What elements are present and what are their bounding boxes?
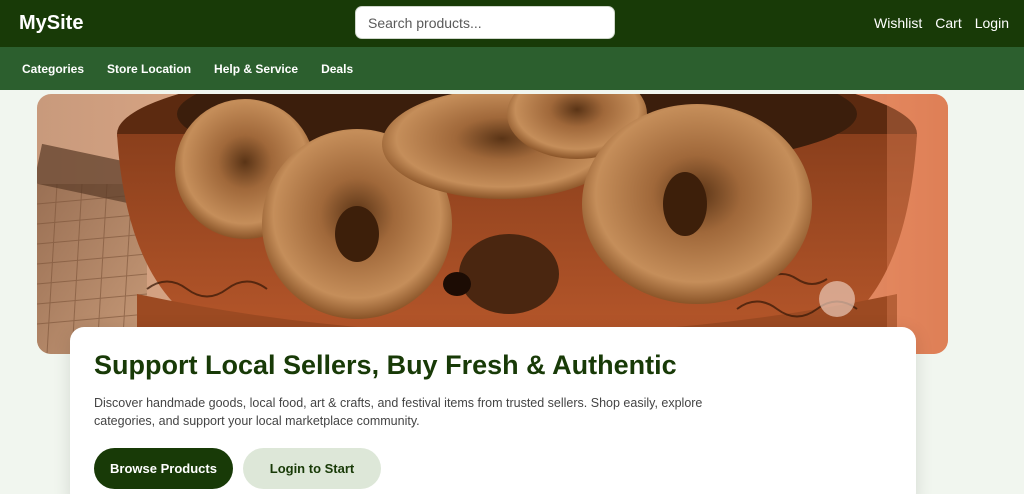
account-links: Wishlist Cart Login bbox=[874, 15, 1009, 31]
nav-deals[interactable]: Deals bbox=[321, 62, 353, 76]
hero-actions: Browse Products Login to Start bbox=[94, 448, 892, 489]
intro-card: Support Local Sellers, Buy Fresh & Authe… bbox=[70, 327, 916, 494]
top-header: MySite Wishlist Cart Login bbox=[0, 0, 1024, 47]
login-link[interactable]: Login bbox=[975, 15, 1009, 31]
hero-description: Discover handmade goods, local food, art… bbox=[94, 396, 703, 428]
site-logo[interactable]: MySite bbox=[19, 12, 83, 35]
cart-link[interactable]: Cart bbox=[935, 15, 961, 31]
browse-products-button[interactable]: Browse Products bbox=[94, 448, 233, 489]
nav-categories[interactable]: Categories bbox=[22, 62, 84, 76]
main-nav: Categories Store Location Help & Service… bbox=[0, 47, 1024, 90]
login-to-start-button[interactable]: Login to Start bbox=[243, 448, 381, 489]
dried-figs-illustration bbox=[37, 94, 948, 354]
wishlist-link[interactable]: Wishlist bbox=[874, 15, 922, 31]
hero-title: Support Local Sellers, Buy Fresh & Authe… bbox=[94, 350, 677, 380]
nav-store-location[interactable]: Store Location bbox=[107, 62, 191, 76]
search-input[interactable] bbox=[355, 6, 615, 39]
hero-banner-image bbox=[37, 94, 948, 354]
nav-help-service[interactable]: Help & Service bbox=[214, 62, 298, 76]
